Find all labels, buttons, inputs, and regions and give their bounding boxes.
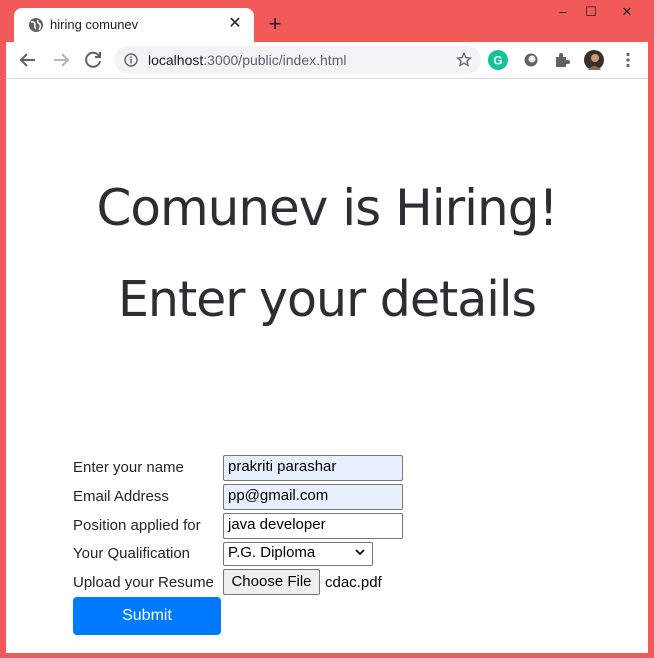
email-input[interactable]: pp@gmail.com (223, 484, 403, 510)
qualification-label: Your Qualification (73, 545, 191, 562)
position-label: Position applied for (73, 517, 201, 534)
qualification-selected-value: P.G. Diploma (228, 544, 316, 561)
grammarly-icon[interactable]: G (488, 50, 508, 70)
choose-file-button[interactable]: Choose File (223, 569, 320, 595)
page-subtitle: Enter your details (117, 271, 537, 328)
forward-arrow-icon[interactable] (49, 48, 73, 72)
name-label: Enter your name (73, 459, 184, 476)
new-tab-button[interactable]: + (264, 13, 286, 35)
bookmark-star-icon[interactable] (456, 52, 472, 68)
page-title: Comunev is Hiring! (96, 179, 558, 237)
browser-tab[interactable]: hiring comunev ✕ (14, 8, 254, 42)
profile-avatar[interactable] (584, 50, 604, 70)
browser-toolbar: localhost:3000/public/index.html G (6, 42, 648, 79)
reload-icon[interactable] (81, 48, 105, 72)
back-arrow-icon[interactable] (16, 48, 40, 72)
minimize-button[interactable]: – (548, 4, 578, 20)
page-content: Comunev is Hiring! Enter your details En… (6, 79, 648, 653)
chevron-down-icon (355, 549, 365, 556)
tab-title: hiring comunev (50, 17, 139, 32)
globe-icon (29, 18, 43, 32)
submit-button[interactable]: Submit (73, 597, 221, 635)
address-bar[interactable]: localhost:3000/public/index.html (114, 46, 481, 74)
qualification-select[interactable]: P.G. Diploma (223, 542, 373, 566)
puzzle-extensions-icon[interactable] (552, 50, 572, 70)
url-host: localhost (148, 52, 204, 68)
title-bar: hiring comunev ✕ + – ☐ ✕ (0, 0, 654, 42)
url-text: localhost:3000/public/index.html (148, 52, 346, 68)
selected-file-name: cdac.pdf (325, 574, 382, 591)
maximize-button[interactable]: ☐ (576, 4, 606, 20)
tab-close-icon[interactable]: ✕ (226, 15, 244, 33)
svg-text:G: G (493, 54, 502, 68)
info-icon[interactable] (124, 53, 138, 67)
extension-circle-icon[interactable] (521, 50, 541, 70)
position-input[interactable]: java developer (223, 513, 403, 539)
url-path: :3000/public/index.html (203, 52, 347, 68)
close-window-button[interactable]: ✕ (612, 4, 642, 20)
resume-label: Upload your Resume (73, 574, 214, 591)
browser-menu-icon[interactable] (618, 50, 638, 70)
name-input[interactable]: prakriti parashar (223, 455, 403, 481)
email-label: Email Address (73, 488, 169, 505)
